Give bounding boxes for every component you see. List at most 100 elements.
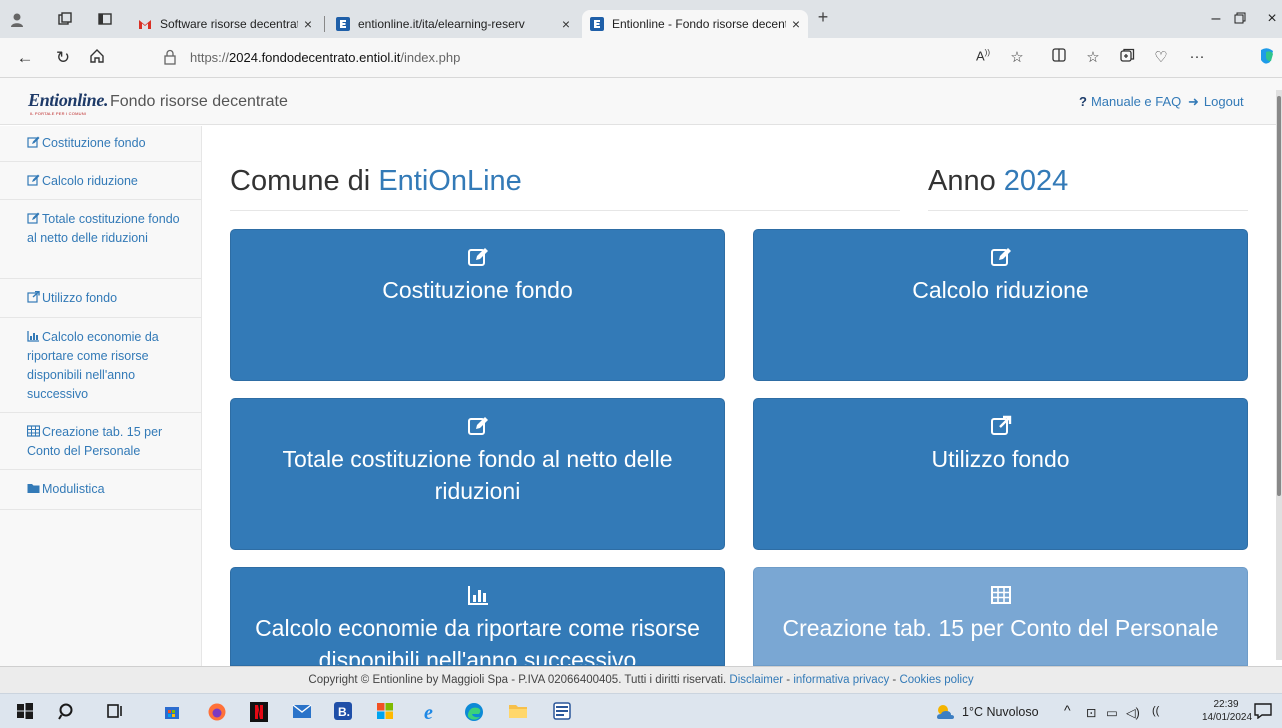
home-icon[interactable] <box>86 48 108 69</box>
anno-heading: Anno 2024 <box>928 165 1068 198</box>
footer-separator: - <box>892 674 897 686</box>
taskbar-clock[interactable]: 22:39 14/01/2024 <box>1202 698 1253 724</box>
tile-calcolo-economie[interactable]: Calcolo economie da riportare come risor… <box>230 567 725 666</box>
edge-icon[interactable] <box>464 702 484 722</box>
copilot-icon[interactable] <box>1256 46 1278 70</box>
store-icon[interactable] <box>163 702 183 722</box>
word-icon[interactable] <box>553 702 573 722</box>
file-explorer-icon[interactable] <box>508 702 528 722</box>
sidebar-item-label: Costituzione fondo <box>42 136 146 150</box>
new-tab-button[interactable]: + <box>814 8 832 26</box>
close-tab-icon[interactable]: × <box>562 16 570 32</box>
tab-actions-icon[interactable] <box>96 12 114 28</box>
tile-utilizzo-fondo[interactable]: Utilizzo fondo <box>753 398 1248 550</box>
close-window-button[interactable]: × <box>1252 10 1282 28</box>
collections-icon[interactable] <box>1116 48 1138 67</box>
entionline-logo[interactable]: Entionline. <box>28 90 109 111</box>
folder-icon <box>27 481 40 493</box>
tile-creazione-tab15[interactable]: Creazione tab. 15 per Conto del Personal… <box>753 567 1248 666</box>
sidebar-item-label: Utilizzo fondo <box>42 291 118 305</box>
tile-calcolo-riduzione[interactable]: Calcolo riduzione <box>753 229 1248 381</box>
task-view-icon[interactable] <box>106 702 126 722</box>
copyright-text: Copyright © Entionline by Maggioli Spa -… <box>308 674 727 686</box>
sidebar-item-costituzione-fondo[interactable]: Costituzione fondo <box>0 126 202 162</box>
wifi-icon[interactable]: (( <box>1152 705 1159 717</box>
internet-explorer-icon[interactable]: e <box>422 702 442 724</box>
tile-costituzione-fondo[interactable]: Costituzione fondo <box>230 229 725 381</box>
logo-tagline: IL PORTALE PER I COMUNI <box>30 111 87 116</box>
external-link-icon <box>990 415 1012 437</box>
netflix-icon[interactable] <box>250 702 270 722</box>
microsoft-store-icon[interactable] <box>376 702 396 722</box>
refresh-icon[interactable]: ↻ <box>52 48 74 68</box>
volume-icon[interactable]: ◁) <box>1126 705 1140 720</box>
external-link-icon <box>27 290 40 303</box>
booking-icon[interactable]: B. <box>334 702 354 722</box>
address-bar[interactable]: https://2024.fondodecentrato.entiol.it/i… <box>190 50 460 65</box>
tab-entionline-fondo[interactable]: Entionline - Fondo risorse decent × <box>582 10 808 38</box>
sidebar-item-label: Creazione tab. 15 per Conto del Personal… <box>27 425 163 458</box>
logout-label: Logout <box>1203 94 1244 109</box>
search-icon[interactable] <box>58 702 78 722</box>
chevron-up-icon[interactable]: ^ <box>1064 702 1071 718</box>
split-screen-icon[interactable] <box>1048 48 1070 66</box>
firefox-icon[interactable] <box>207 702 227 722</box>
sidebar-item-modulistica[interactable]: Modulistica <box>0 470 202 510</box>
scrollbar-thumb[interactable] <box>1277 96 1281 496</box>
comune-prefix: Comune di <box>230 165 371 197</box>
close-tab-icon[interactable]: × <box>792 16 800 32</box>
anno-prefix: Anno <box>928 165 996 197</box>
battery-icon[interactable]: ▭ <box>1106 705 1118 720</box>
page-footer: Copyright © Entionline by Maggioli Spa -… <box>0 666 1282 693</box>
tab-gmail[interactable]: Software risorse decentrate - ver × <box>130 10 320 38</box>
sidebar-item-creazione-tab15[interactable]: Creazione tab. 15 per Conto del Personal… <box>0 413 202 470</box>
cookies-link[interactable]: Cookies policy <box>899 674 973 686</box>
profile-icon[interactable] <box>8 12 26 28</box>
edit-icon <box>27 211 40 224</box>
sidebar-item-calcolo-economie[interactable]: Calcolo economie da riportare come risor… <box>0 318 202 413</box>
disclaimer-link[interactable]: Disclaimer <box>729 674 783 686</box>
tile-label: Creazione tab. 15 per Conto del Personal… <box>782 615 1219 641</box>
back-icon[interactable]: ← <box>14 48 36 68</box>
logout-link[interactable]: ➜ Logout <box>1188 94 1244 110</box>
tile-label: Utilizzo fondo <box>931 446 1070 472</box>
svg-text:B.: B. <box>338 705 350 719</box>
browser-toolbar: ← ↻ https://2024.fondodecentrato.entiol.… <box>0 38 1282 78</box>
close-tab-icon[interactable]: × <box>304 16 312 32</box>
lock-icon[interactable] <box>163 49 177 65</box>
mail-icon[interactable] <box>292 702 312 722</box>
comune-heading: Comune di EntiOnLine <box>230 165 522 198</box>
favorites-icon[interactable]: ☆ <box>1082 48 1104 66</box>
page-scrollbar[interactable] <box>1276 90 1282 660</box>
app-title[interactable]: Fondo risorse decentrate <box>110 93 288 111</box>
tab-entionline-elearning[interactable]: entionline.it/ita/elearning-reserv × <box>328 10 578 38</box>
sidebar-item-label: Calcolo riduzione <box>42 174 138 188</box>
sidebar-item-utilizzo-fondo[interactable]: Utilizzo fondo <box>0 279 202 318</box>
sidebar-item-label: Modulistica <box>42 482 105 496</box>
svg-text:e: e <box>424 702 433 722</box>
manual-faq-link[interactable]: ? Manuale e FAQ <box>1079 94 1181 109</box>
tile-totale-costituzione[interactable]: Totale costituzione fondo al netto delle… <box>230 398 725 550</box>
logout-icon: ➜ <box>1188 94 1199 109</box>
read-aloud-icon[interactable]: A)) <box>972 48 994 63</box>
workspaces-icon[interactable] <box>56 12 74 28</box>
weather-text[interactable]: 1°C Nuvoloso <box>962 705 1039 719</box>
weather-icon[interactable] <box>934 702 954 722</box>
favorite-star-icon[interactable]: ☆ <box>1006 48 1028 66</box>
entionline-favicon <box>336 17 350 31</box>
sidebar-item-label: Totale costituzione fondo al netto delle… <box>27 212 180 245</box>
sidebar-item-calcolo-riduzione[interactable]: Calcolo riduzione <box>0 162 202 200</box>
browser-essentials-icon[interactable]: ♡ <box>1150 48 1172 66</box>
heading-divider <box>928 210 1248 211</box>
windows-start-icon[interactable] <box>16 702 36 722</box>
anno-value: 2024 <box>1003 165 1069 197</box>
edit-icon <box>990 246 1012 268</box>
sidebar-item-label: Calcolo economie da riportare come risor… <box>27 330 159 401</box>
tile-label: Calcolo economie da riportare come risor… <box>255 615 700 666</box>
notifications-icon[interactable] <box>1254 703 1274 723</box>
more-menu-icon[interactable]: ··· <box>1186 48 1208 65</box>
privacy-link[interactable]: informativa privacy <box>793 674 889 686</box>
network-icon[interactable]: ⊡ <box>1086 705 1096 720</box>
clock-date: 14/01/2024 <box>1202 712 1253 723</box>
sidebar-item-totale-costituzione[interactable]: Totale costituzione fondo al netto delle… <box>0 200 202 279</box>
